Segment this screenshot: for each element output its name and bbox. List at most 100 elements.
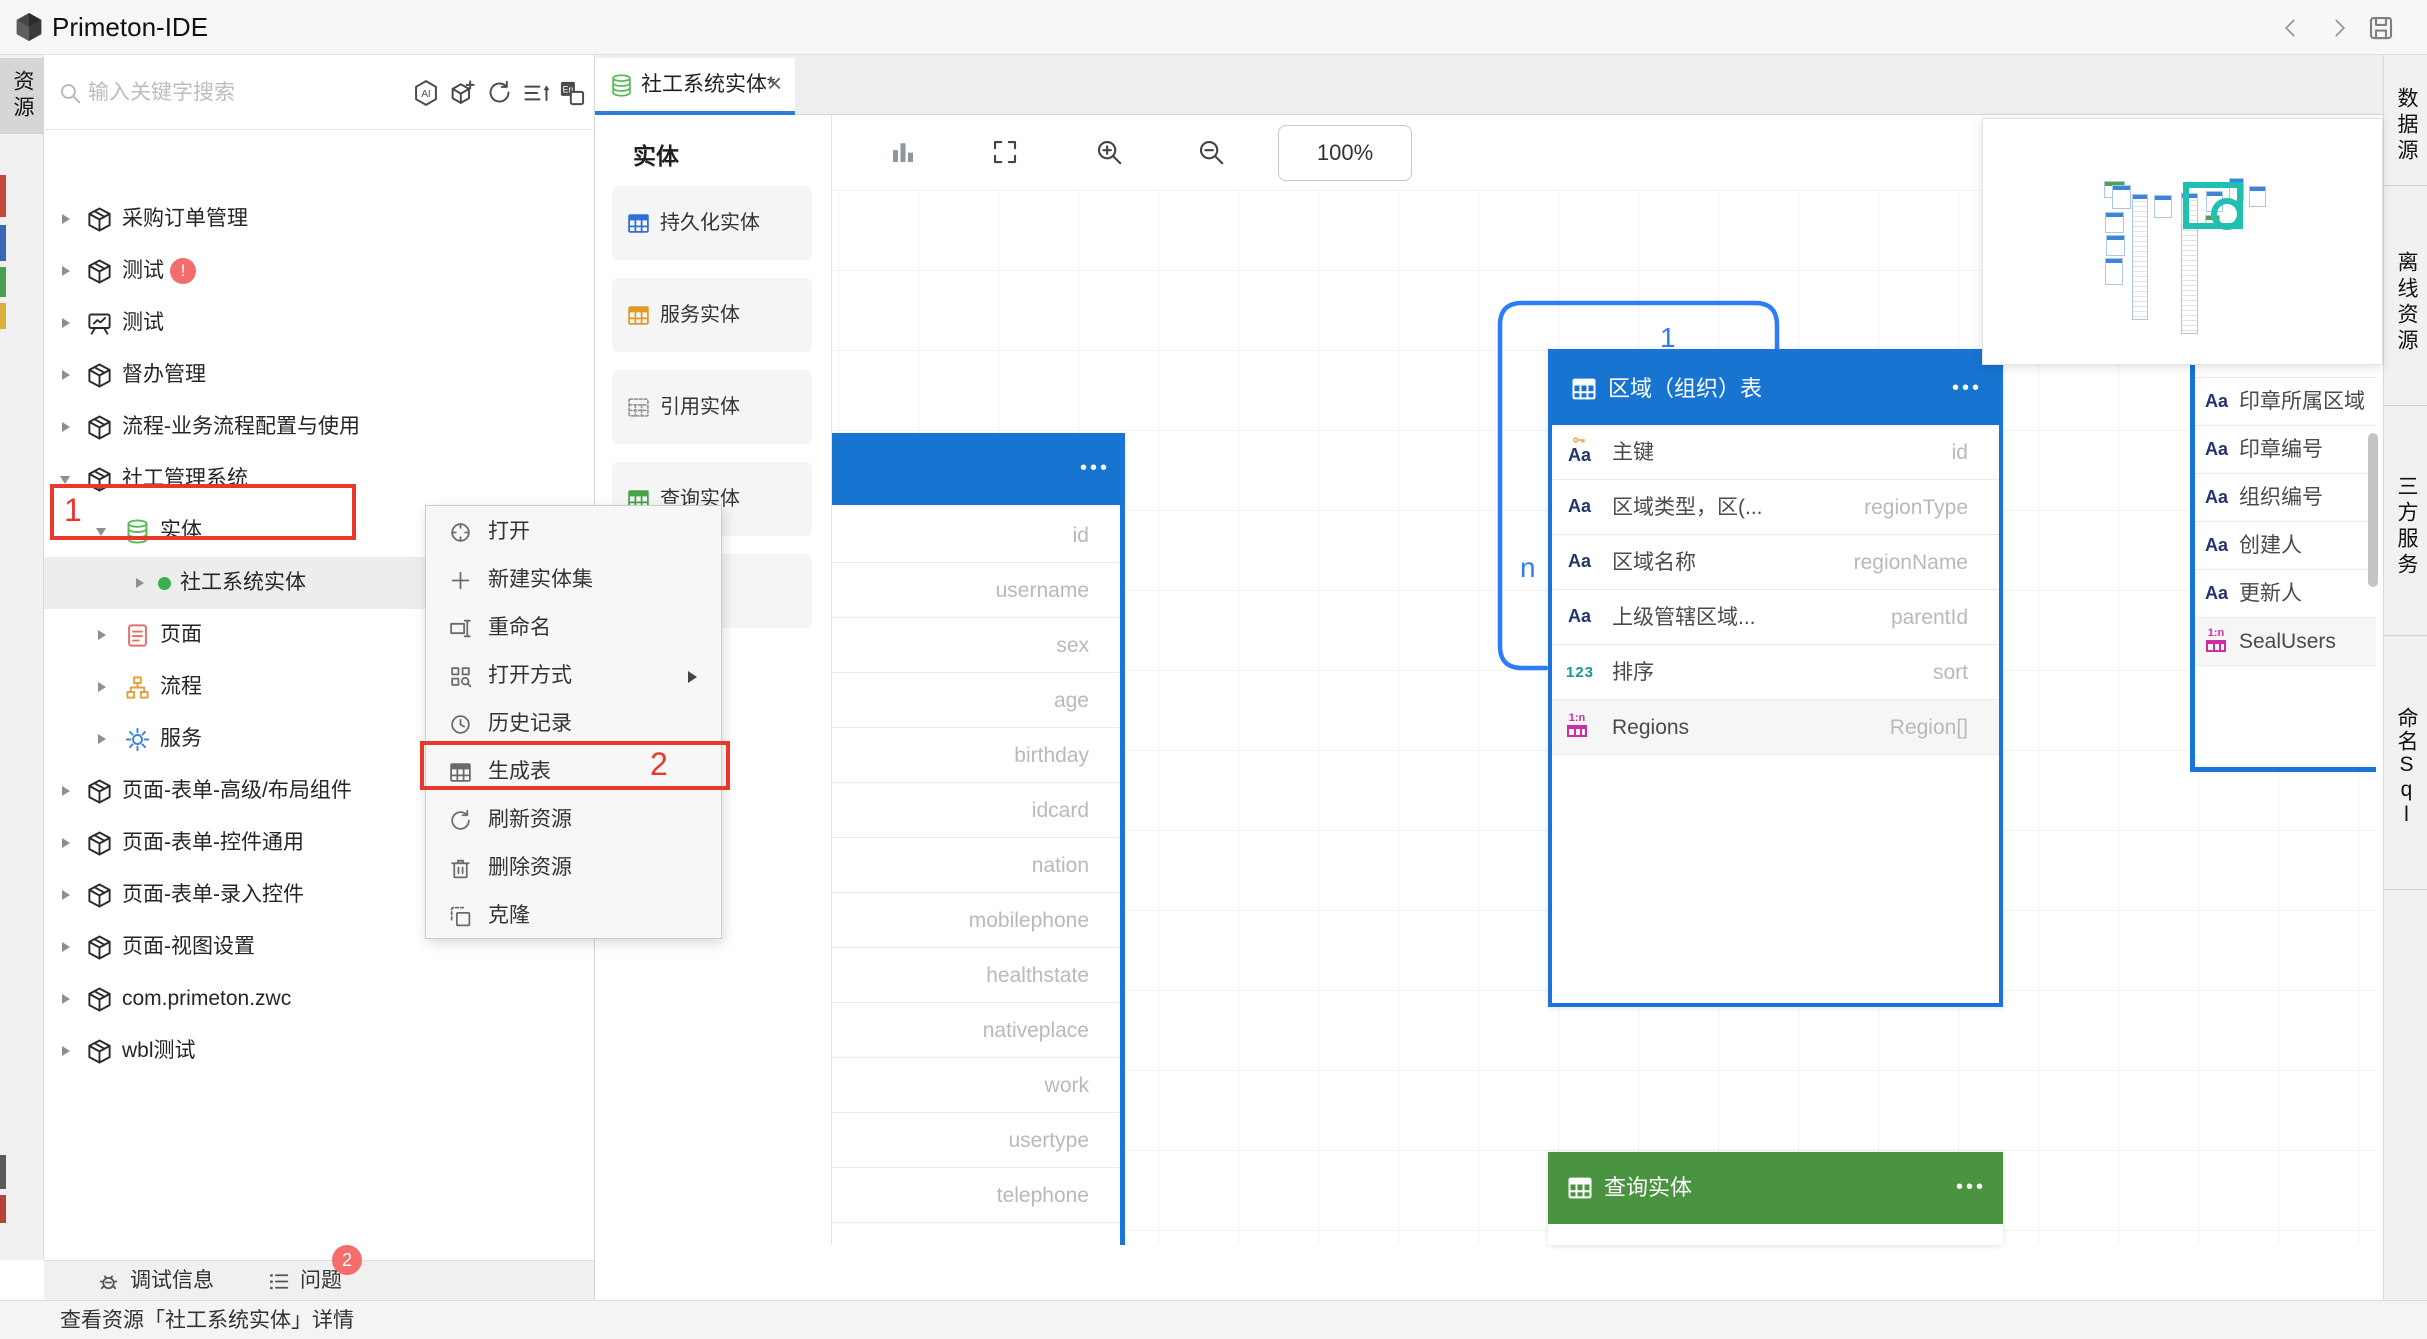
error-badge: ! (170, 258, 196, 284)
field-row[interactable]: Aa 创建人 (2195, 522, 2376, 570)
menu-item-clone[interactable]: 克隆 (426, 892, 721, 940)
tree-item-process-config[interactable]: 流程-业务流程配置与使用 (44, 401, 595, 453)
caret-right-icon[interactable] (62, 942, 70, 952)
menu-item-refresh-resource[interactable]: 刷新资源 (426, 796, 721, 844)
field-row[interactable]: Aa 更新人 (2195, 570, 2376, 618)
tree-item-wbl-test[interactable]: wbl测试 (44, 1025, 595, 1077)
field-row[interactable]: 123 排序 sort (1552, 645, 1999, 700)
sidebar-tab-offline-resources[interactable]: 离线资源 (2384, 203, 2427, 403)
entity-table-query[interactable]: 查询实体 ••• (1548, 1152, 2003, 1245)
caret-down-icon[interactable] (60, 476, 70, 484)
tab-close-icon[interactable]: × (767, 58, 782, 111)
field-row[interactable]: Aa 区域类型，区(... regionType (1552, 480, 1999, 535)
field-row[interactable]: age (832, 673, 1120, 728)
field-row[interactable]: sex (832, 618, 1120, 673)
caret-right-icon[interactable] (136, 578, 144, 588)
caret-right-icon[interactable] (62, 318, 70, 328)
menu-item-delete-resource[interactable]: 删除资源 (426, 844, 721, 892)
nav-back-icon[interactable] (2278, 15, 2304, 41)
text-type-icon: Aa (2205, 487, 2228, 508)
caret-right-icon[interactable] (62, 1046, 70, 1056)
ai-assistant-icon[interactable] (412, 79, 440, 107)
title-bar: Primeton-IDE (0, 0, 2427, 55)
caret-right-icon[interactable] (62, 214, 70, 224)
sidebar-tab-thirdparty-services[interactable]: 三方服务 (2384, 421, 2427, 633)
entity-header[interactable]: ••• (832, 433, 1120, 505)
translate-icon[interactable] (558, 79, 586, 107)
menu-item-open-with[interactable]: 打开方式 (426, 652, 721, 700)
reference-entity-icon (626, 395, 651, 420)
field-row-relation[interactable]: 1:n SealUsers (2195, 618, 2376, 666)
entity-table-seal-clipped[interactable]: 印章图片 Aa 印章所属区域 Aa 印章编号 Aa 组织编号 Aa 创建人 Aa… (2190, 352, 2376, 772)
tree-item-test-board[interactable]: 测试 (44, 297, 595, 349)
field-row[interactable]: Aa 上级管辖区域... parentId (1552, 590, 1999, 645)
context-menu: 打开 新建实体集 重命名 打开方式 历史记录 生成表 刷新资源 (425, 505, 722, 939)
caret-right-icon[interactable] (62, 422, 70, 432)
field-row[interactable]: mobilephone (832, 893, 1120, 948)
caret-right-icon[interactable] (62, 786, 70, 796)
package-icon (86, 258, 113, 285)
field-row[interactable]: telephone (832, 1168, 1120, 1223)
field-row[interactable]: id (832, 508, 1120, 563)
tree-item-com-primeton-zwc[interactable]: com.primeton.zwc (44, 973, 595, 1025)
canvas-scrollbar[interactable] (2368, 433, 2378, 587)
field-row[interactable]: username (832, 563, 1120, 618)
nav-forward-icon[interactable] (2326, 15, 2352, 41)
field-row[interactable]: Aa 印章所属区域 (2195, 378, 2376, 426)
app-logo-icon (13, 11, 45, 43)
new-module-icon[interactable] (448, 79, 476, 107)
tree-item-test-pkg[interactable]: 测试 ! (44, 245, 595, 297)
caret-right-icon[interactable] (62, 994, 70, 1004)
database-icon (609, 73, 634, 98)
entity-header[interactable]: 区域（组织）表 ••• (1552, 353, 1999, 425)
entity-table-region[interactable]: 区域（组织）表 ••• Aa 主键 id Aa 区域类型，区(... regio… (1548, 349, 2003, 1007)
tab-social-entity[interactable]: 社工系统实体* × (595, 58, 795, 115)
submenu-arrow-icon (688, 671, 697, 683)
entity-menu-dots[interactable]: ••• (1952, 377, 1982, 400)
field-row[interactable]: work (832, 1058, 1120, 1113)
field-row-primary-key[interactable]: Aa 主键 id (1552, 425, 1999, 480)
sidebar-tab-resources[interactable]: 资源 (0, 58, 44, 134)
text-type-icon: Aa (1568, 606, 1591, 627)
caret-right-icon[interactable] (62, 838, 70, 848)
field-row[interactable]: Aa 区域名称 regionName (1552, 535, 1999, 590)
tree-item-supervision[interactable]: 督办管理 (44, 349, 595, 401)
field-row[interactable]: Aa 印章编号 (2195, 426, 2376, 474)
search-input[interactable] (88, 73, 368, 113)
entity-menu-dots[interactable]: ••• (1956, 1176, 1986, 1199)
caret-right-icon[interactable] (62, 890, 70, 900)
menu-item-new-entity-set[interactable]: 新建实体集 (426, 556, 721, 604)
field-row[interactable]: healthstate (832, 948, 1120, 1003)
caret-right-icon[interactable] (98, 682, 106, 692)
sort-icon[interactable] (522, 79, 550, 107)
field-row[interactable]: idcard (832, 783, 1120, 838)
entity-table-user-clipped[interactable]: ••• id username sex age birthday idcard … (832, 433, 1125, 1245)
sidebar-tab-datasource[interactable]: 数据源 (2384, 67, 2427, 185)
tree-item-purchase-order[interactable]: 采购订单管理 (44, 193, 595, 245)
caret-right-icon[interactable] (62, 370, 70, 380)
sidebar-tab-named-sql[interactable]: 命名Sql (2384, 649, 2427, 885)
field-row[interactable]: nativeplace (832, 1003, 1120, 1058)
tree-item-label: com.primeton.zwc (122, 973, 291, 1025)
bottom-panel-bar: 调试信息 问题 2 (44, 1260, 595, 1300)
debug-info-tab[interactable]: 调试信息 (130, 1261, 214, 1301)
field-row[interactable]: nation (832, 838, 1120, 893)
palette-service-entity[interactable]: 服务实体 (612, 278, 812, 352)
palette-reference-entity[interactable]: 引用实体 (612, 370, 812, 444)
entity-header[interactable]: 查询实体 ••• (1548, 1152, 2003, 1224)
caret-right-icon[interactable] (98, 734, 106, 744)
refresh-icon[interactable] (486, 79, 513, 106)
minimap[interactable] (1982, 118, 2383, 365)
palette-persistent-entity[interactable]: 持久化实体 (612, 186, 812, 260)
save-icon[interactable] (2366, 13, 2396, 43)
menu-item-rename[interactable]: 重命名 (426, 604, 721, 652)
menu-item-open[interactable]: 打开 (426, 508, 721, 556)
field-row[interactable]: Aa 组织编号 (2195, 474, 2376, 522)
entity-menu-dots[interactable]: ••• (1080, 457, 1110, 480)
caret-right-icon[interactable] (98, 630, 106, 640)
field-row[interactable]: birthday (832, 728, 1120, 783)
field-row[interactable]: usertype (832, 1113, 1120, 1168)
annotation-number-1: 1 (64, 492, 82, 529)
caret-right-icon[interactable] (62, 266, 70, 276)
field-row-relation[interactable]: 1:n Regions Region[] (1552, 700, 1999, 755)
